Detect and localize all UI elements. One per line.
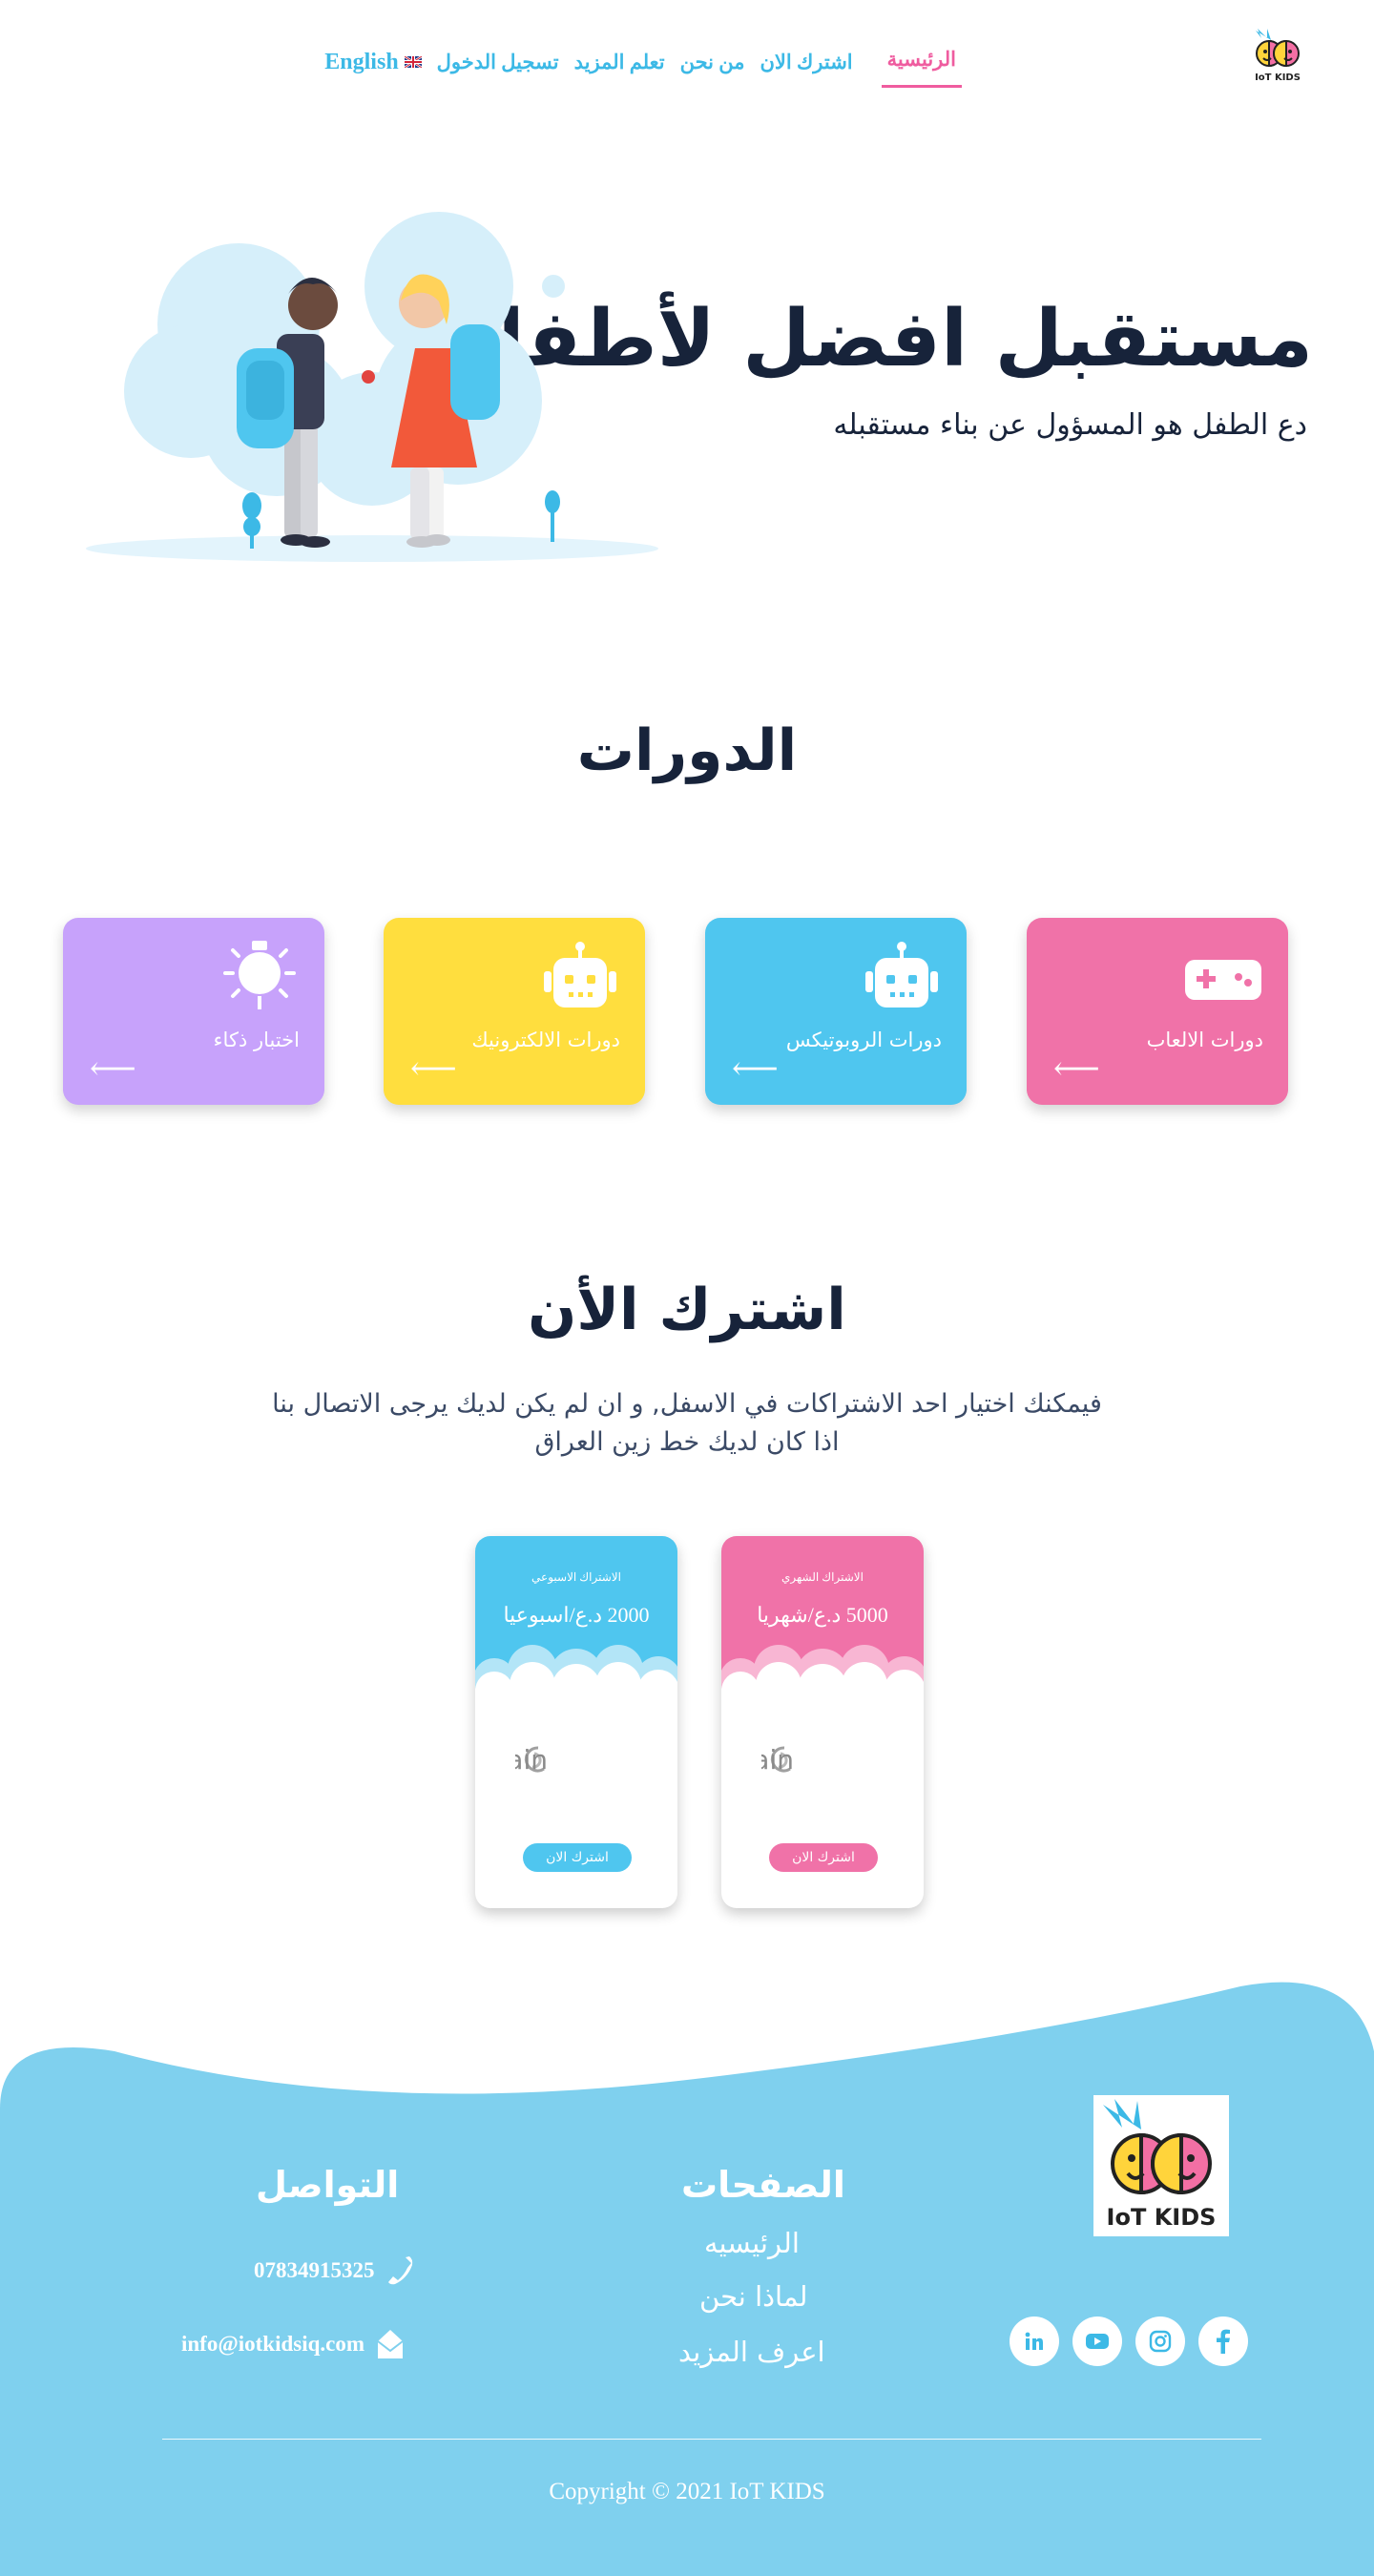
- envelope-open-icon: [377, 2330, 404, 2358]
- zain-logo: zain: [761, 1744, 794, 1776]
- brand-logo[interactable]: IoT KIDS: [1248, 25, 1307, 84]
- nav-login[interactable]: تسجيل الدخول: [437, 51, 559, 74]
- instagram-icon[interactable]: [1135, 2316, 1185, 2366]
- plan-card-monthly: الاشتراك الشهري 5000 د.ع/شهريا zain اشتر…: [721, 1536, 924, 1908]
- zain-wordmark: zain: [761, 1744, 794, 1776]
- course-label: دورات الالعاب: [1146, 1028, 1263, 1051]
- subscribe-title: اشترك الأن: [528, 1277, 846, 1343]
- nav-home[interactable]: الرئيسية: [881, 48, 962, 88]
- plan-card-weekly: الاشتراك الاسبوعي 2000 د.ع/اسبوعيا zain …: [475, 1536, 677, 1908]
- arrow-left-icon[interactable]: ⟵: [90, 1053, 136, 1086]
- facebook-icon[interactable]: [1198, 2316, 1248, 2366]
- subscribe-weekly-button[interactable]: اشترك الان: [523, 1843, 632, 1872]
- subscribe-desc-line2: اذا كان لديك خط زين العراق: [534, 1427, 840, 1457]
- subscribe-monthly-button[interactable]: اشترك الان: [769, 1843, 878, 1872]
- footer-contact-title: التواصل: [256, 2164, 400, 2206]
- zain-logo: zain: [515, 1744, 548, 1776]
- phone-number: 07834915325: [254, 2258, 375, 2282]
- linkedin-icon[interactable]: [1010, 2316, 1059, 2366]
- footer-email[interactable]: info@iotkidsiq.com: [181, 2328, 405, 2360]
- footer-brand-logo[interactable]: IoT KIDS: [1093, 2095, 1229, 2236]
- footer-link-learn-more[interactable]: اعرف المزيد: [678, 2336, 825, 2368]
- course-label: اختبار ذكاء: [213, 1028, 300, 1051]
- plan-name: الاشتراك الشهري: [781, 1570, 864, 1584]
- plan-name: الاشتراك الاسبوعي: [531, 1570, 621, 1584]
- copyright-text: Copyright © 2021 IoT KIDS: [549, 2479, 825, 2504]
- robot-icon: [865, 942, 938, 1008]
- nav-subscribe[interactable]: اشترك الان: [760, 51, 853, 74]
- email-address: info@iotkidsiq.com: [181, 2332, 365, 2356]
- top-navbar: IoT KIDS الرئيسية اشترك الان من نحن تعلم…: [0, 0, 1374, 95]
- plan-price: 2000 د.ع/اسبوعيا: [503, 1603, 650, 1627]
- uk-flag-icon: [404, 56, 422, 68]
- lightbulb-icon: [223, 941, 296, 1009]
- hero-subtitle: دع الطفل هو المسؤول عن بناء مستقبله: [833, 408, 1307, 442]
- arrow-left-icon[interactable]: ⟵: [1053, 1053, 1100, 1086]
- phone-icon: [387, 2256, 412, 2285]
- footer-brand-text: IoT KIDS: [1107, 2204, 1217, 2231]
- language-label: English: [324, 49, 399, 74]
- language-switch[interactable]: English: [324, 49, 422, 75]
- nav-about[interactable]: من نحن: [680, 51, 745, 74]
- course-card-games[interactable]: دورات الالعاب ⟵: [1027, 918, 1288, 1105]
- course-card-robotics[interactable]: دورات الروبوتيكس ⟵: [705, 918, 967, 1105]
- youtube-icon[interactable]: [1072, 2316, 1122, 2366]
- arrow-left-icon[interactable]: ⟵: [732, 1053, 779, 1086]
- footer-phone[interactable]: 07834915325: [254, 2255, 413, 2286]
- arrow-left-icon[interactable]: ⟵: [410, 1053, 457, 1086]
- plan-price: 5000 د.ع/شهريا: [757, 1603, 888, 1627]
- footer-link-why-us[interactable]: لماذا نحن: [699, 2280, 808, 2313]
- nav-learn-more[interactable]: تعلم المزيد: [574, 51, 665, 74]
- course-card-iq-test[interactable]: اختبار ذكاء ⟵: [63, 918, 324, 1105]
- footer-divider: [162, 2439, 1261, 2440]
- course-card-electronics[interactable]: دورات الالكترونيك ⟵: [384, 918, 645, 1105]
- social-links: [1010, 2316, 1248, 2366]
- course-label: دورات الروبوتيكس: [785, 1028, 942, 1051]
- nav-links: الرئيسية اشترك الان من نحن تعلم المزيد ت…: [324, 42, 962, 88]
- footer-pages-title: الصفحات: [681, 2164, 845, 2206]
- subscribe-desc-line1: فيمكنك اختيار احد الاشتراكات في الاسفل, …: [272, 1389, 1102, 1419]
- kids-illustration: [86, 212, 658, 562]
- footer-link-home[interactable]: الرئيسيه: [704, 2227, 800, 2259]
- zain-wordmark: zain: [515, 1744, 548, 1776]
- robot-icon: [544, 942, 616, 1008]
- courses-title: الدورات: [576, 717, 798, 784]
- course-label: دورات الالكترونيك: [471, 1028, 620, 1051]
- course-cards: دورات الالعاب ⟵ دورات الروبوتيكس ⟵ دورات…: [63, 918, 1288, 1109]
- gamepad-icon: [1185, 960, 1261, 1000]
- brand-logo-text: IoT KIDS: [1255, 73, 1301, 83]
- subscribe-description: فيمكنك اختيار احد الاشتراكات في الاسفل, …: [0, 1385, 1374, 1462]
